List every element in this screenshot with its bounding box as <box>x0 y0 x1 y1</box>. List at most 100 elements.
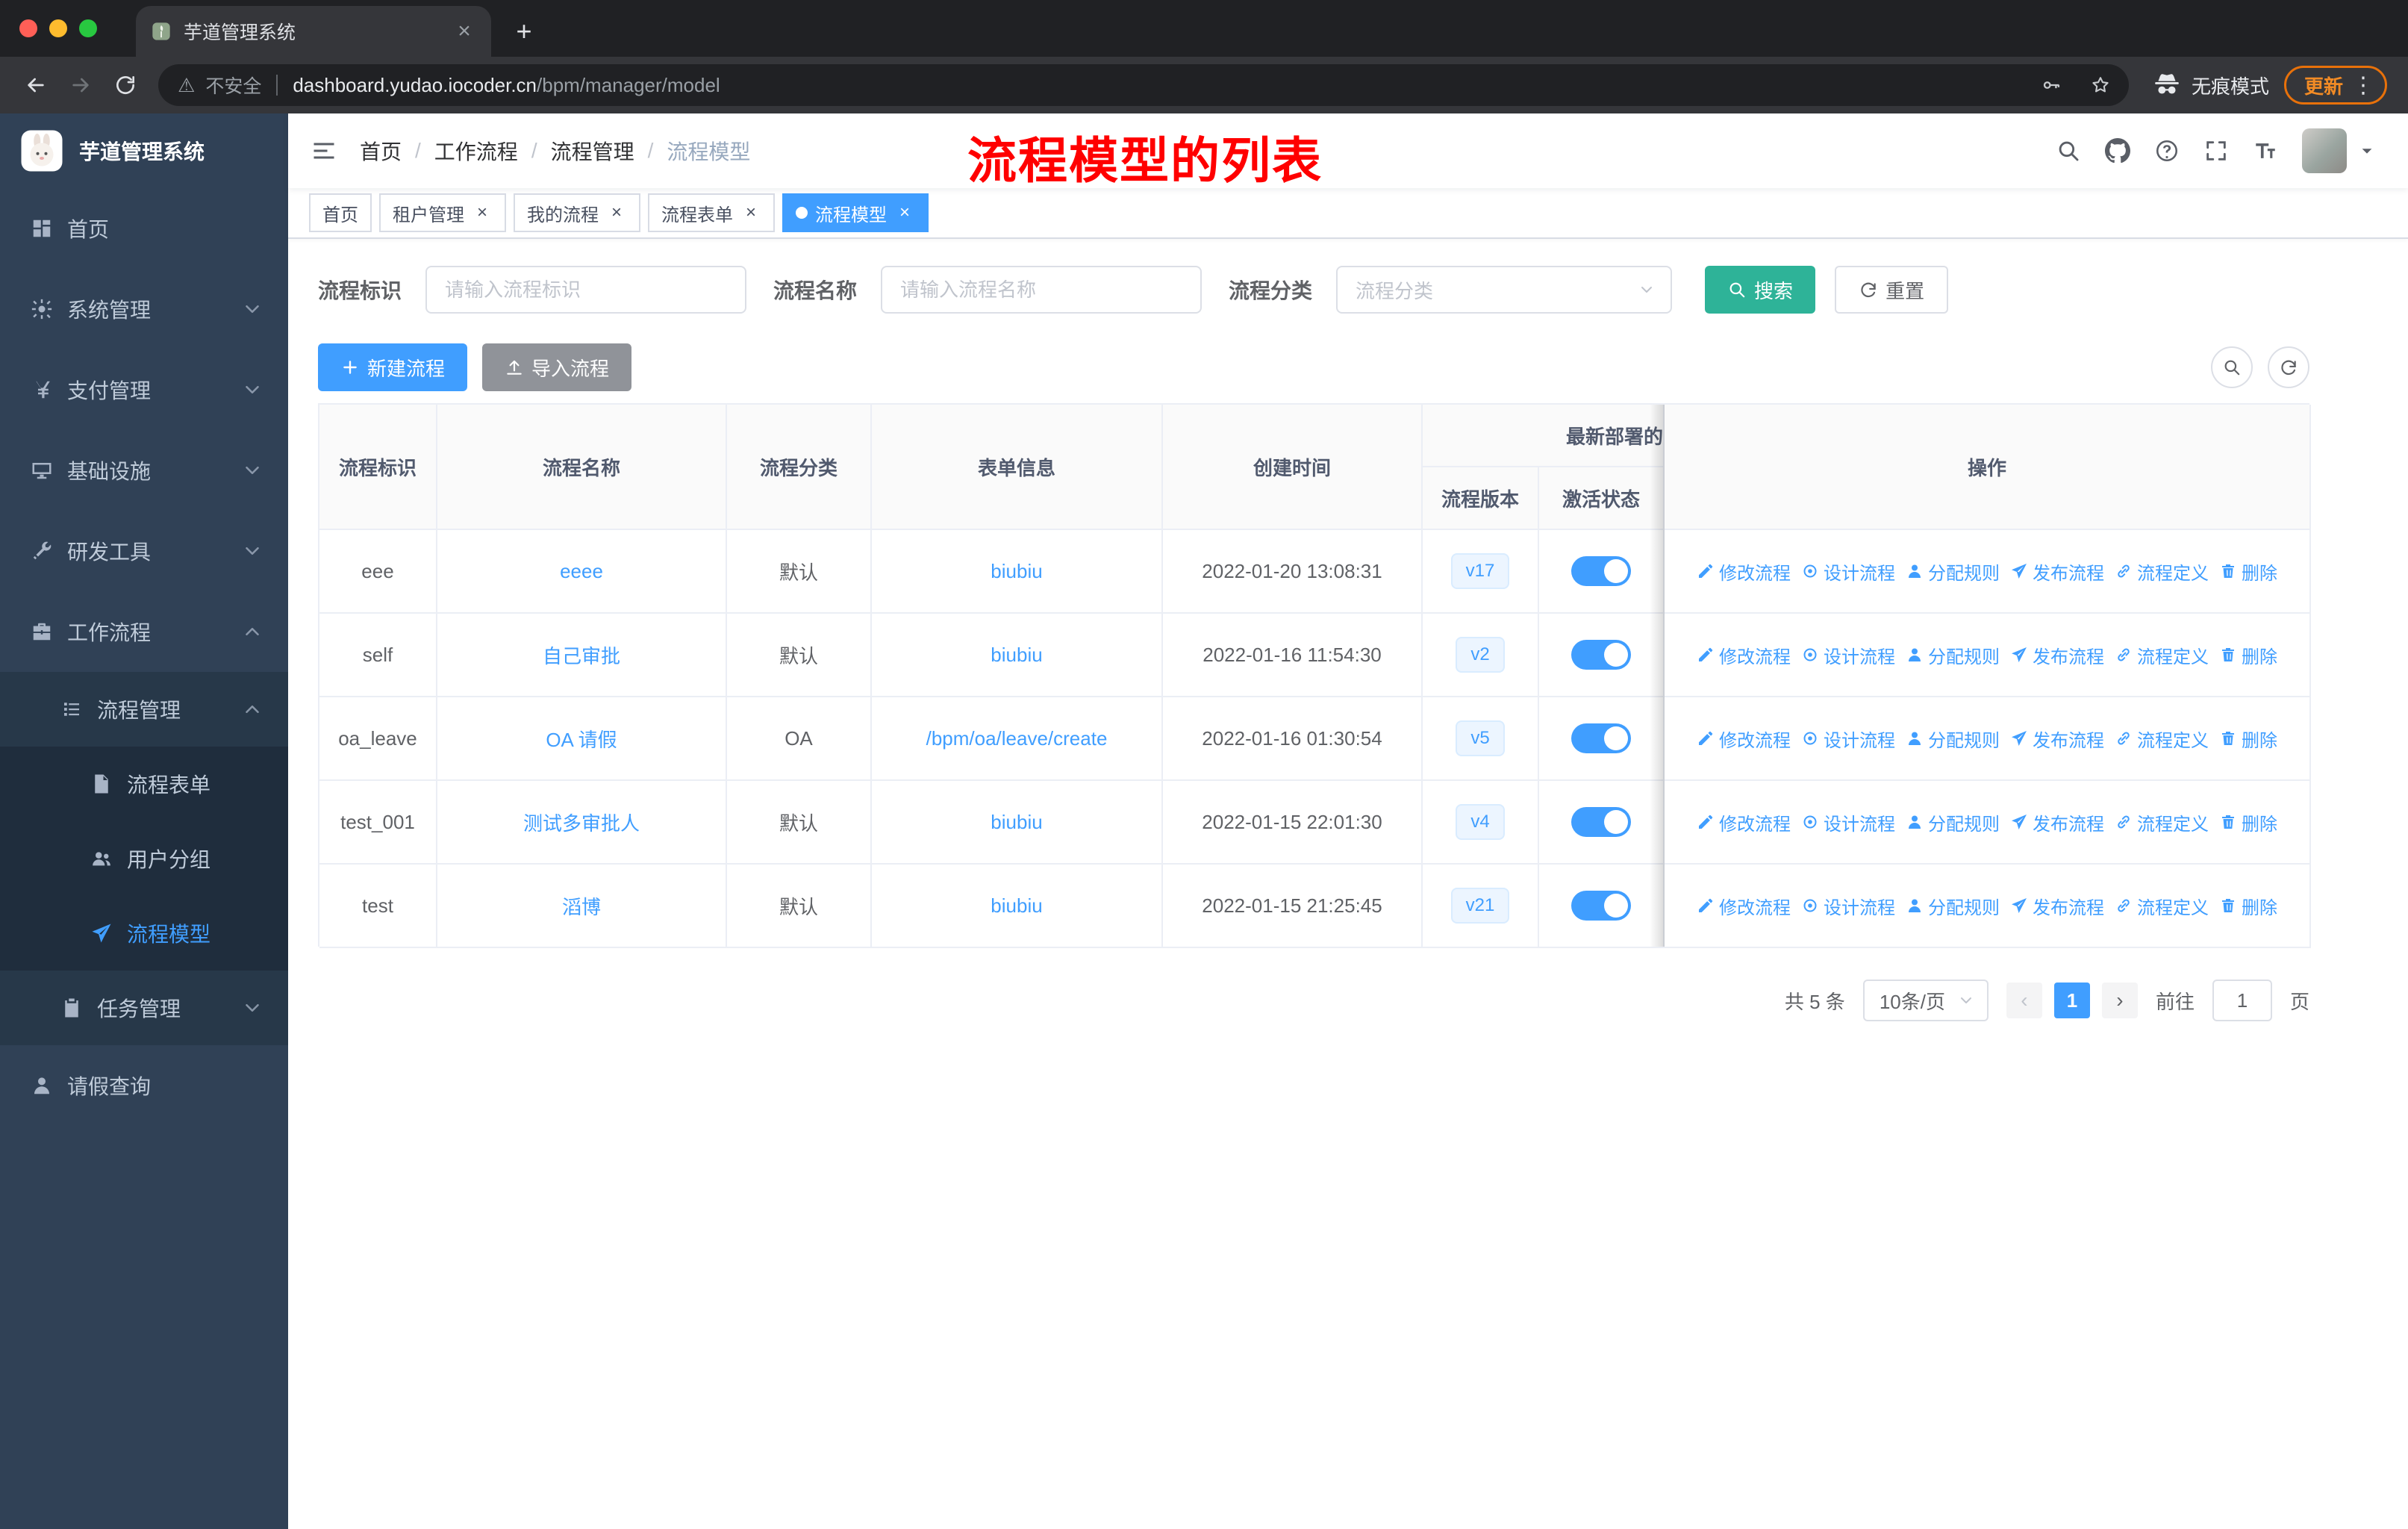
tag-3[interactable]: 流程表单 × <box>648 193 775 232</box>
process-name-input[interactable] <box>881 266 1203 314</box>
menu-dots-icon[interactable]: ⋮ <box>2352 72 2374 99</box>
page-1-button[interactable]: 1 <box>2053 983 2090 1018</box>
collapse-sidebar-button[interactable] <box>288 137 360 164</box>
close-tag-icon[interactable]: × <box>606 202 627 223</box>
action-edit-link[interactable]: 修改流程 <box>1697 893 1791 919</box>
action-design-link[interactable]: 设计流程 <box>1801 558 1895 585</box>
user-avatar[interactable] <box>2302 128 2347 173</box>
status-toggle[interactable] <box>1571 556 1631 586</box>
action-delete-link[interactable]: 删除 <box>2219 558 2277 585</box>
action-delete-link[interactable]: 删除 <box>2219 726 2277 752</box>
import-process-button[interactable]: 导入流程 <box>482 343 632 391</box>
process-name-link[interactable]: OA 请假 <box>546 725 617 753</box>
action-publish-link[interactable]: 发布流程 <box>2010 642 2104 668</box>
form-link[interactable]: biubiu <box>991 811 1042 834</box>
action-design-link[interactable]: 设计流程 <box>1801 726 1895 752</box>
sidebar-item-10[interactable]: 任务管理 <box>0 971 288 1045</box>
font-size-icon[interactable] <box>2253 138 2278 164</box>
action-publish-link[interactable]: 发布流程 <box>2010 726 2104 752</box>
zoom-window-button[interactable] <box>79 19 97 37</box>
prev-page-button[interactable]: ‹ <box>2006 983 2042 1018</box>
password-key-icon[interactable] <box>2032 66 2071 105</box>
action-definition-link[interactable]: 流程定义 <box>2115 642 2209 668</box>
toggle-search-button[interactable] <box>2211 346 2253 388</box>
sidebar-item-4[interactable]: 研发工具 <box>0 511 288 591</box>
refresh-table-button[interactable] <box>2268 346 2309 388</box>
reload-button[interactable] <box>105 64 146 106</box>
search-icon[interactable] <box>2056 138 2081 164</box>
action-definition-link[interactable]: 流程定义 <box>2115 726 2209 752</box>
new-tab-button[interactable]: + <box>503 10 545 52</box>
action-design-link[interactable]: 设计流程 <box>1801 642 1895 668</box>
sidebar-item-11[interactable]: 请假查询 <box>0 1045 288 1126</box>
action-definition-link[interactable]: 流程定义 <box>2115 809 2209 835</box>
page-size-select[interactable]: 10条/页 <box>1862 980 1989 1021</box>
form-link[interactable]: biubiu <box>991 644 1042 667</box>
action-publish-link[interactable]: 发布流程 <box>2010 893 2104 919</box>
action-assign-link[interactable]: 分配规则 <box>1906 809 2000 835</box>
browser-update-button[interactable]: 更新 ⋮ <box>2283 66 2387 105</box>
action-delete-link[interactable]: 删除 <box>2219 893 2277 919</box>
status-toggle[interactable] <box>1571 891 1631 921</box>
minimize-window-button[interactable] <box>49 19 67 37</box>
form-link[interactable]: biubiu <box>991 894 1042 918</box>
action-delete-link[interactable]: 删除 <box>2219 809 2277 835</box>
action-assign-link[interactable]: 分配规则 <box>1906 893 2000 919</box>
sidebar-item-6[interactable]: 流程管理 <box>0 672 288 747</box>
action-publish-link[interactable]: 发布流程 <box>2010 809 2104 835</box>
tag-4[interactable]: 流程模型 × <box>782 193 929 232</box>
action-definition-link[interactable]: 流程定义 <box>2115 893 2209 919</box>
close-tab-icon[interactable]: × <box>452 19 476 43</box>
sidebar-item-9[interactable]: 流程模型 <box>0 896 288 971</box>
sidebar-item-2[interactable]: 支付管理 <box>0 349 288 430</box>
action-definition-link[interactable]: 流程定义 <box>2115 558 2209 585</box>
sidebar-item-0[interactable]: 首页 <box>0 188 288 269</box>
action-edit-link[interactable]: 修改流程 <box>1697 809 1791 835</box>
reset-button[interactable]: 重置 <box>1835 266 1949 314</box>
status-toggle[interactable] <box>1571 807 1631 837</box>
form-link[interactable]: biubiu <box>991 560 1042 583</box>
process-name-link[interactable]: 测试多审批人 <box>523 809 640 836</box>
next-page-button[interactable]: › <box>2101 983 2138 1018</box>
action-edit-link[interactable]: 修改流程 <box>1697 558 1791 585</box>
action-assign-link[interactable]: 分配规则 <box>1906 726 2000 752</box>
tag-2[interactable]: 我的流程 × <box>514 193 640 232</box>
action-design-link[interactable]: 设计流程 <box>1801 893 1895 919</box>
github-icon[interactable] <box>2105 138 2130 164</box>
address-bar[interactable]: ⚠ 不安全 dashboard.yudao.iocoder.cn/bpm/man… <box>158 64 2129 106</box>
sidebar-item-5[interactable]: 工作流程 <box>0 591 288 672</box>
process-name-link[interactable]: 自己审批 <box>543 641 620 669</box>
search-button[interactable]: 搜索 <box>1705 266 1816 314</box>
fullscreen-icon[interactable] <box>2203 138 2229 164</box>
sidebar-item-3[interactable]: 基础设施 <box>0 430 288 511</box>
category-select[interactable]: 流程分类 <box>1336 266 1673 314</box>
action-publish-link[interactable]: 发布流程 <box>2010 558 2104 585</box>
process-name-link[interactable]: eeee <box>560 560 603 583</box>
security-label[interactable]: 不安全 <box>205 72 261 99</box>
tag-0[interactable]: 首页 <box>309 193 372 232</box>
back-button[interactable] <box>15 64 57 106</box>
browser-tab[interactable]: 芋道管理系统 × <box>136 6 491 57</box>
create-process-button[interactable]: 新建流程 <box>318 343 468 391</box>
goto-page-input[interactable] <box>2212 980 2272 1021</box>
breadcrumb-item[interactable]: 首页 <box>360 136 402 166</box>
action-delete-link[interactable]: 删除 <box>2219 642 2277 668</box>
close-window-button[interactable] <box>19 19 37 37</box>
action-design-link[interactable]: 设计流程 <box>1801 809 1895 835</box>
tag-1[interactable]: 租户管理 × <box>379 193 506 232</box>
breadcrumb-item[interactable]: 流程模型 <box>667 136 750 166</box>
forward-button[interactable] <box>60 64 102 106</box>
process-id-input[interactable] <box>425 266 747 314</box>
breadcrumb-item[interactable]: 流程管理 <box>551 136 634 166</box>
close-tag-icon[interactable]: × <box>740 202 761 223</box>
action-edit-link[interactable]: 修改流程 <box>1697 726 1791 752</box>
action-edit-link[interactable]: 修改流程 <box>1697 642 1791 668</box>
close-tag-icon[interactable]: × <box>894 202 915 223</box>
help-icon[interactable] <box>2154 138 2180 164</box>
sidebar-item-7[interactable]: 流程表单 <box>0 747 288 821</box>
process-name-link[interactable]: 滔博 <box>562 892 601 920</box>
sidebar-item-8[interactable]: 用户分组 <box>0 821 288 896</box>
action-assign-link[interactable]: 分配规则 <box>1906 642 2000 668</box>
status-toggle[interactable] <box>1571 723 1631 753</box>
bookmark-star-icon[interactable] <box>2081 66 2120 105</box>
